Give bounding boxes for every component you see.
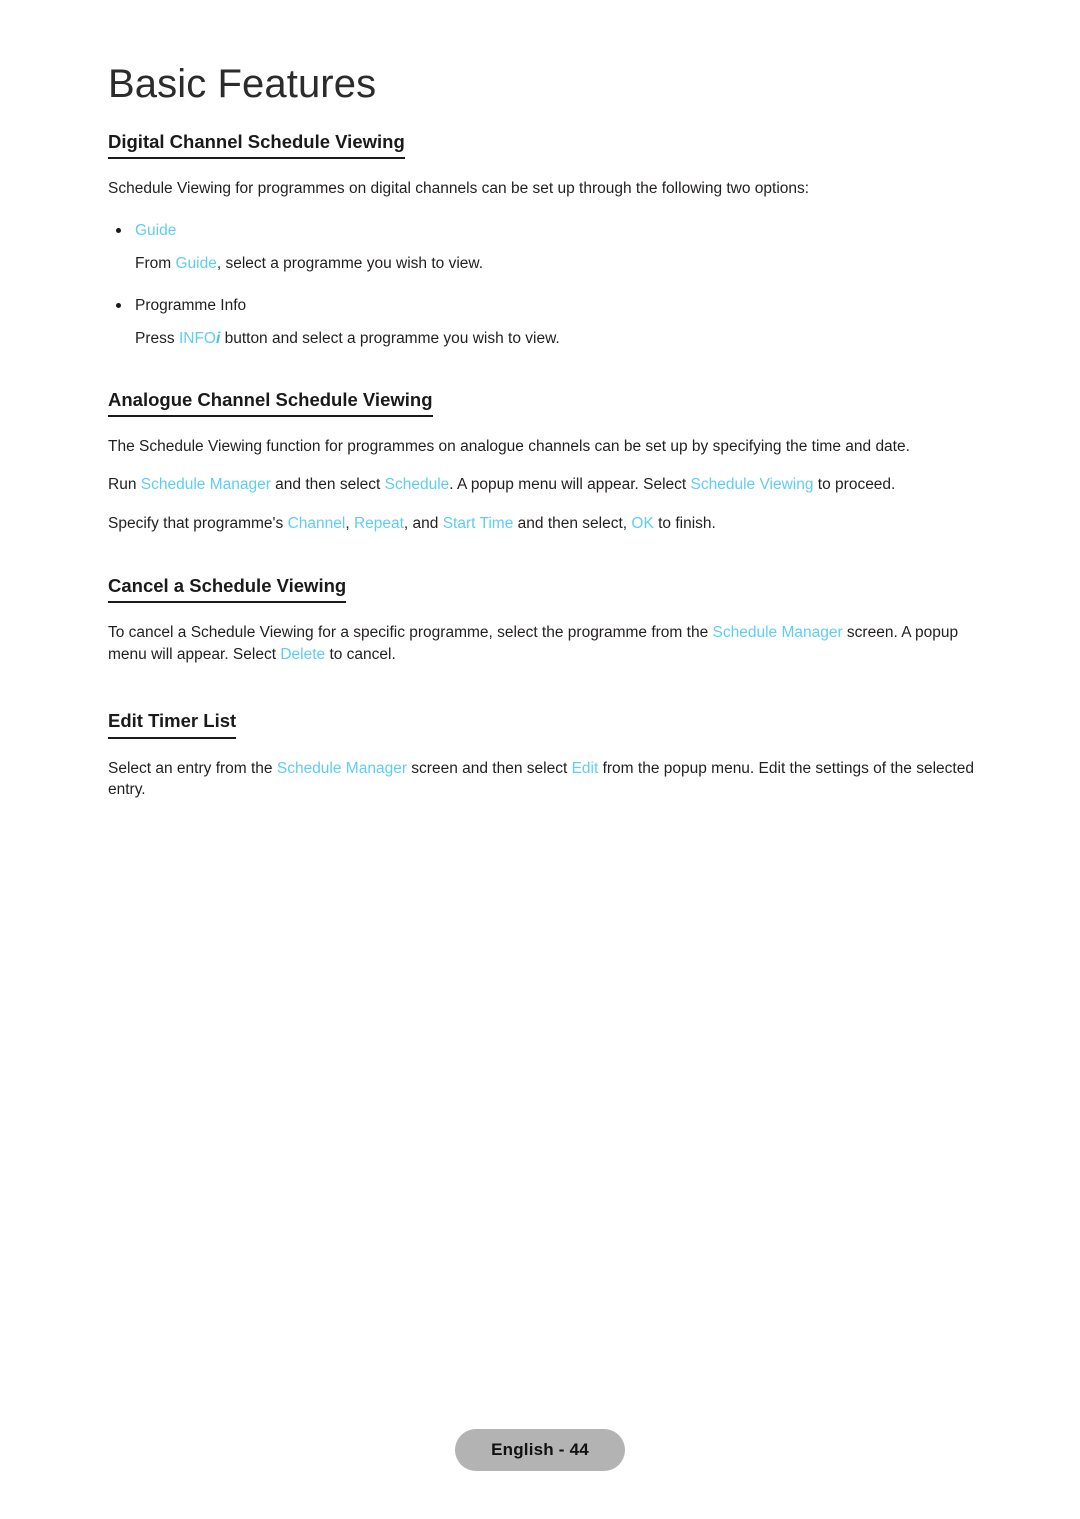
bullet-row-guide: Guide	[108, 220, 980, 242]
text-segment: Press	[135, 330, 179, 348]
ui-term-schedule: Schedule	[384, 476, 450, 494]
section-analogue-channel-schedule-viewing: Analogue Channel Schedule Viewing The Sc…	[108, 388, 980, 535]
section-heading-digital-channel-schedule-viewing: Digital Channel Schedule Viewing	[108, 130, 405, 160]
ui-term-schedule-manager: Schedule Manager	[140, 476, 271, 494]
page-number-badge: English - 44	[455, 1429, 625, 1471]
bullet-row-programme-info: Programme Info	[108, 295, 980, 317]
ui-term-repeat: Repeat	[353, 514, 404, 532]
text-segment: From	[135, 255, 176, 273]
ui-term-channel: Channel	[287, 514, 346, 532]
analogue-paragraph-2: Run Schedule Manager and then select Sch…	[108, 474, 980, 496]
analogue-paragraph-3: Specify that programme's Channel, Repeat…	[108, 513, 980, 535]
text-segment: Specify that programme's	[108, 514, 288, 532]
text-segment: Select an entry from the	[108, 759, 277, 777]
text-segment: to finish.	[653, 514, 716, 532]
section-heading-analogue-channel-schedule-viewing: Analogue Channel Schedule Viewing	[108, 388, 433, 417]
text-segment: , and	[403, 514, 443, 532]
ui-term-schedule-manager: Schedule Manager	[712, 624, 843, 642]
section-cancel-a-schedule-viewing: Cancel a Schedule Viewing To cancel a Sc…	[108, 574, 980, 665]
list-item: Guide From Guide, select a programme you…	[108, 220, 980, 275]
ui-term-edit: Edit	[571, 759, 599, 777]
ui-term-ok: OK	[631, 514, 654, 532]
text-segment: to proceed.	[813, 476, 896, 494]
text-segment: To cancel a Schedule Viewing for a speci…	[108, 624, 713, 642]
list-item: Programme Info Press INFOi button and se…	[108, 295, 980, 350]
ui-term-info-button: INFO	[178, 330, 216, 348]
section-heading-cancel-a-schedule-viewing: Cancel a Schedule Viewing	[108, 574, 347, 604]
bullet-label-guide: Guide	[135, 221, 177, 239]
document-page: Basic Features Digital Channel Schedule …	[0, 0, 1080, 1519]
text-segment: and then select,	[513, 514, 632, 532]
ui-term-guide: Guide	[175, 255, 217, 273]
chapter-title: Basic Features	[108, 62, 377, 106]
text-segment: button and select a programme you wish t…	[220, 330, 560, 348]
bullet-label-programme-info: Programme Info	[135, 296, 247, 314]
bullet-description-programme-info: Press INFOi button and select a programm…	[108, 328, 980, 350]
section-edit-timer-list: Edit Timer List Select an entry from the…	[108, 709, 980, 800]
section-digital-channel-schedule-viewing: Digital Channel Schedule Viewing Schedul…	[108, 130, 980, 350]
ui-term-schedule-manager: Schedule Manager	[276, 759, 407, 777]
bullet-dot-icon	[116, 227, 121, 233]
section-intro-paragraph: Schedule Viewing for programmes on digit…	[108, 180, 810, 198]
page-footer: English - 44	[0, 1429, 1080, 1471]
text-segment: ,	[345, 514, 354, 532]
text-segment: , select a programme you wish to view.	[216, 255, 484, 273]
edit-timer-paragraph: Select an entry from the Schedule Manage…	[108, 758, 980, 801]
ui-term-start-time: Start Time	[442, 514, 514, 532]
text-segment: . A popup menu will appear. Select	[449, 476, 691, 494]
cancel-paragraph: To cancel a Schedule Viewing for a speci…	[108, 622, 980, 665]
text-segment: and then select	[270, 476, 385, 494]
text-segment: Run	[108, 476, 141, 494]
ui-term-schedule-viewing: Schedule Viewing	[690, 476, 814, 494]
bullet-description-guide: From Guide, select a programme you wish …	[108, 253, 980, 275]
ui-term-delete: Delete	[280, 645, 326, 663]
page-content: Basic Features Digital Channel Schedule …	[108, 64, 980, 801]
section-heading-edit-timer-list: Edit Timer List	[108, 709, 237, 739]
text-segment: screen and then select	[406, 759, 572, 777]
text-segment: to cancel.	[325, 645, 396, 663]
bullet-dot-icon	[116, 302, 121, 308]
analogue-paragraph-1: The Schedule Viewing function for progra…	[108, 437, 910, 455]
digital-options-list: Guide From Guide, select a programme you…	[108, 220, 980, 350]
